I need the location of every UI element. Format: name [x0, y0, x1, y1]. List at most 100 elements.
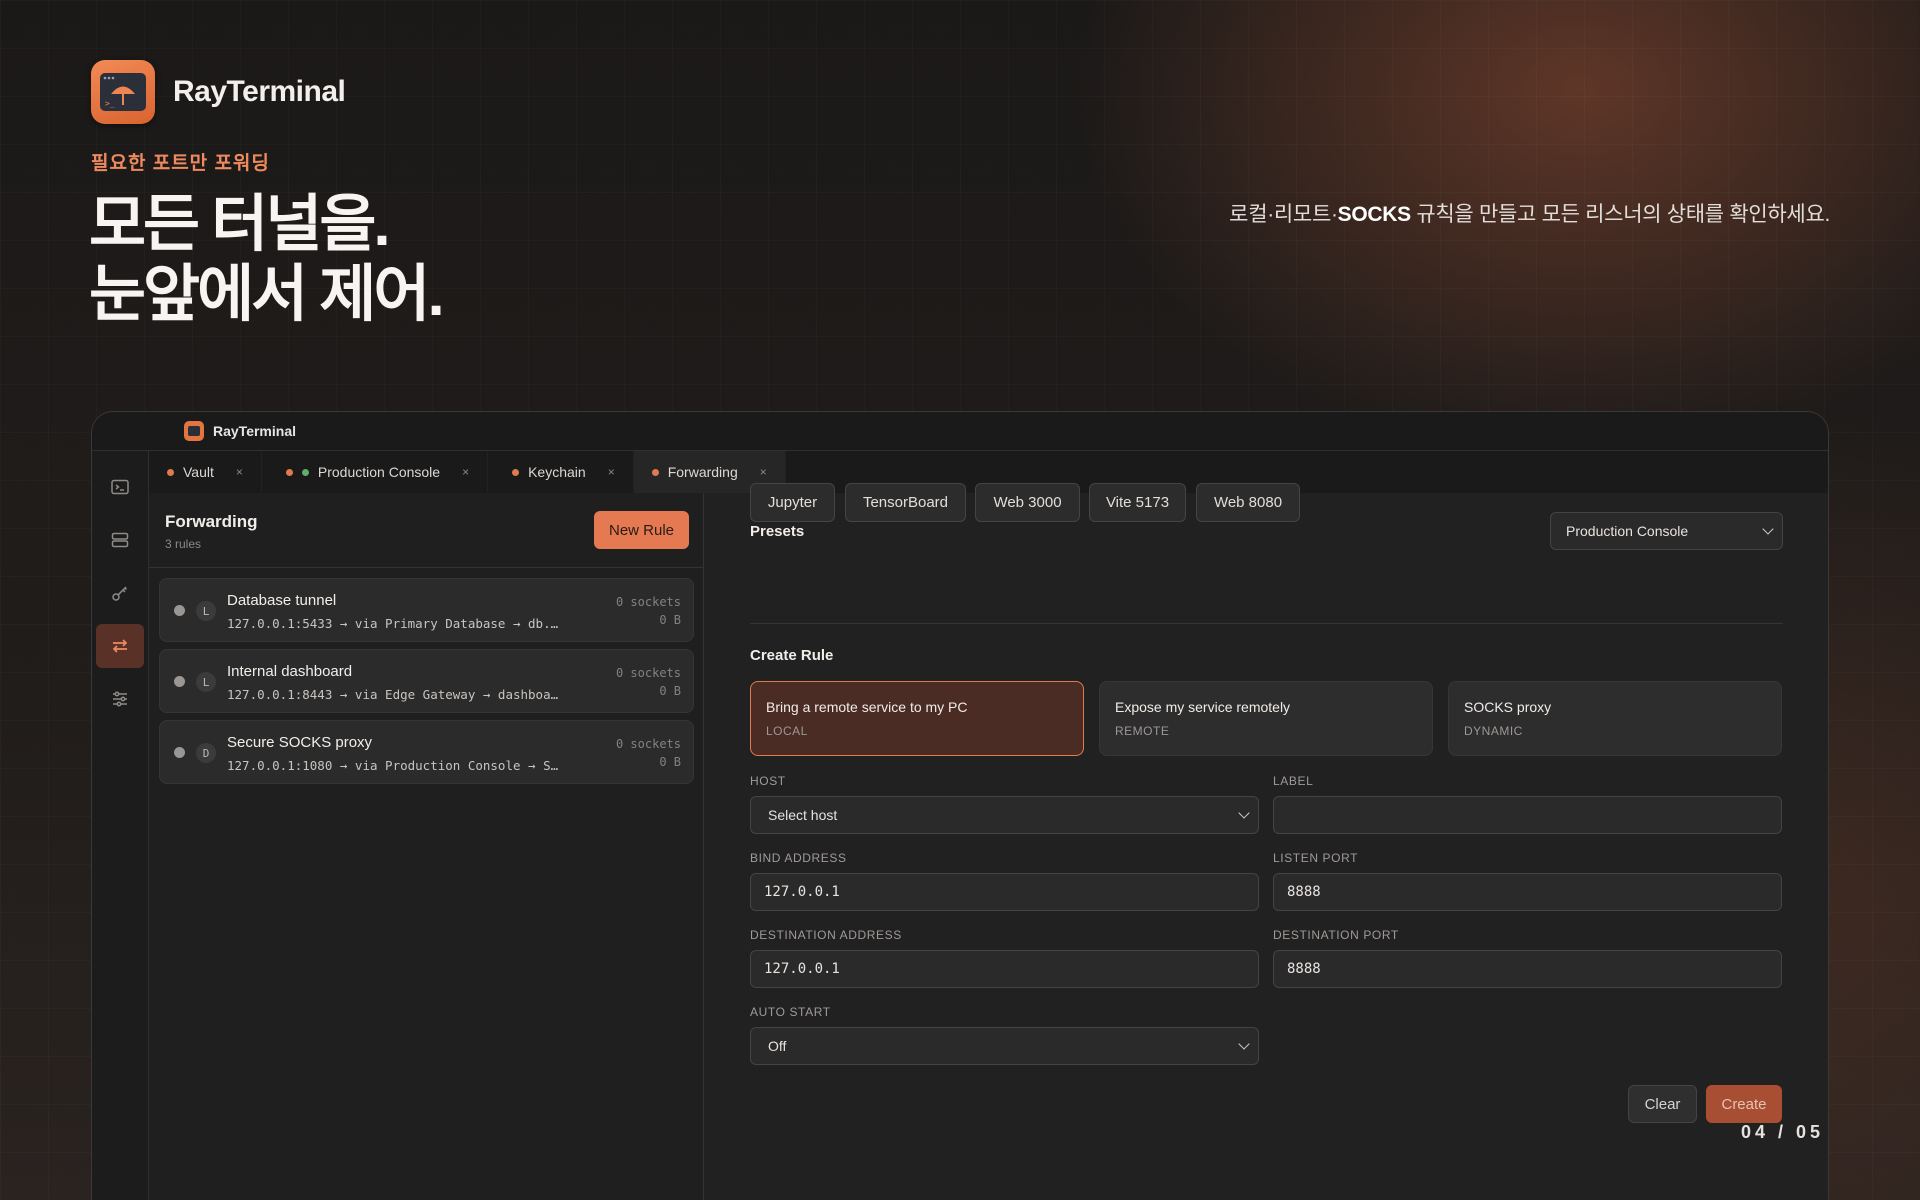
- mode-subtitle: LOCAL: [766, 724, 808, 738]
- rule-type-badge: L: [196, 672, 216, 692]
- byte-count: 0 B: [659, 684, 681, 698]
- forwarding-icon[interactable]: [96, 624, 144, 668]
- mode-title: SOCKS proxy: [1464, 699, 1552, 715]
- close-icon[interactable]: ×: [760, 465, 767, 479]
- destination-address-input[interactable]: 127.0.0.1: [750, 950, 1259, 988]
- rule-count: 3 rules: [165, 537, 202, 551]
- label-input[interactable]: [1273, 796, 1782, 834]
- tagline: 로컬·리모트·SOCKS 규칙을 만들고 모든 리스너의 상태를 확인하세요.: [1229, 198, 1830, 228]
- mode-subtitle: DYNAMIC: [1464, 724, 1523, 738]
- chevron-down-icon: [1238, 807, 1250, 819]
- headline-line-2: 눈앞에서 제어.: [89, 260, 445, 329]
- status-dot: [651, 468, 659, 476]
- status-dot: [174, 747, 185, 758]
- settings-sliders-icon[interactable]: [96, 677, 144, 721]
- eyebrow: 필요한 포트만 포워딩: [91, 153, 270, 174]
- rule-path: 127.0.0.1:1080 → via Production Console …: [227, 758, 559, 773]
- socket-count: 0 sockets: [615, 595, 681, 609]
- status-dot: [512, 468, 520, 476]
- mode-remote[interactable]: Expose my service remotely REMOTE: [1099, 681, 1433, 756]
- servers-icon[interactable]: [96, 518, 144, 562]
- tab-production-console[interactable]: Production Console ×: [262, 451, 489, 493]
- list-header: Forwarding 3 rules New Rule: [149, 493, 703, 568]
- rule-name: Secure SOCKS proxy: [227, 734, 373, 751]
- preset-web-3000[interactable]: Web 3000: [975, 483, 1080, 522]
- tab-keychain[interactable]: Keychain ×: [488, 451, 634, 493]
- preset-web-8080[interactable]: Web 8080: [1196, 483, 1300, 522]
- clear-button[interactable]: Clear: [1628, 1085, 1697, 1123]
- rule-list-pane: Forwarding 3 rules New Rule L Database t…: [149, 493, 704, 1200]
- host-scope-select[interactable]: Production Console: [1550, 512, 1783, 550]
- host-scope-value: Production Console: [1566, 523, 1689, 539]
- bind-address-input[interactable]: 127.0.0.1: [750, 873, 1259, 911]
- status-dot: [167, 468, 174, 476]
- mode-subtitle: REMOTE: [1115, 724, 1170, 738]
- titlebar: RayTerminal: [92, 412, 1828, 451]
- destination-address-label: DESTINATION ADDRESS: [750, 928, 902, 942]
- tab-label: Forwarding: [667, 464, 738, 480]
- close-icon[interactable]: ×: [608, 465, 615, 479]
- mode-title: Expose my service remotely: [1115, 699, 1291, 715]
- bind-address-label: BIND ADDRESS: [750, 851, 847, 865]
- chevron-down-icon: [1238, 1038, 1250, 1050]
- preset-jupyter[interactable]: Jupyter: [750, 483, 835, 522]
- status-dot: [174, 605, 185, 616]
- socket-count: 0 sockets: [615, 737, 681, 751]
- rule-name: Database tunnel: [227, 592, 337, 609]
- svg-text:>_: >_: [105, 99, 115, 108]
- host-select[interactable]: Select host: [750, 796, 1259, 834]
- create-button[interactable]: Create: [1706, 1085, 1782, 1123]
- connected-dot: [301, 468, 309, 476]
- sidebar-rail: [92, 451, 149, 1200]
- tagline-bold: SOCKS: [1337, 203, 1411, 226]
- brand: >_ RayTerminal: [91, 60, 346, 124]
- auto-start-label: AUTO START: [750, 1005, 831, 1019]
- new-rule-button[interactable]: New Rule: [594, 511, 689, 549]
- window-title: RayTerminal: [213, 423, 296, 439]
- brand-name: RayTerminal: [173, 75, 346, 108]
- divider: [750, 623, 1783, 624]
- destination-port-input[interactable]: 8888: [1273, 950, 1782, 988]
- tagline-suffix: 규칙을 만들고 모든 리스너의 상태를 확인하세요.: [1410, 203, 1830, 226]
- host-label: HOST: [750, 774, 786, 788]
- tab-label: Production Console: [317, 464, 441, 480]
- preset-tensorboard[interactable]: TensorBoard: [845, 483, 966, 522]
- byte-count: 0 B: [659, 755, 681, 769]
- page-indicator: 04 / 05: [1740, 1122, 1824, 1142]
- rule-name: Internal dashboard: [227, 663, 353, 680]
- status-dot: [285, 468, 293, 476]
- list-item[interactable]: D Secure SOCKS proxy 127.0.0.1:1080 → vi…: [159, 720, 694, 784]
- presets-title: Presets: [750, 523, 805, 540]
- key-icon[interactable]: [96, 571, 144, 615]
- tab-label: Vault: [183, 464, 214, 480]
- close-icon[interactable]: ×: [462, 465, 469, 479]
- app-logo-icon: >_: [91, 60, 155, 124]
- create-rule-title: Create Rule: [750, 647, 834, 664]
- headline-line-1: 모든 터널을.: [89, 190, 391, 259]
- preset-vite-5173[interactable]: Vite 5173: [1089, 483, 1186, 522]
- listen-port-input[interactable]: 8888: [1273, 873, 1782, 911]
- list-item[interactable]: L Database tunnel 127.0.0.1:5433 → via P…: [159, 578, 694, 642]
- status-dot: [174, 676, 185, 687]
- listen-port-label: LISTEN PORT: [1273, 851, 1359, 865]
- host-select-value: Select host: [768, 807, 838, 823]
- mode-local[interactable]: Bring a remote service to my PC LOCAL: [750, 681, 1084, 756]
- rule-type-badge: D: [196, 743, 216, 763]
- byte-count: 0 B: [659, 613, 681, 627]
- mode-title: Bring a remote service to my PC: [766, 699, 968, 715]
- tab-vault[interactable]: Vault ×: [149, 451, 262, 493]
- auto-start-select[interactable]: Off: [750, 1027, 1259, 1065]
- label-label: LABEL: [1273, 774, 1314, 788]
- mode-dynamic[interactable]: SOCKS proxy DYNAMIC: [1448, 681, 1782, 756]
- socket-count: 0 sockets: [615, 666, 681, 680]
- terminal-icon[interactable]: [96, 465, 144, 509]
- destination-port-label: DESTINATION PORT: [1273, 928, 1399, 942]
- list-item[interactable]: L Internal dashboard 127.0.0.1:8443 → vi…: [159, 649, 694, 713]
- tagline-prefix: 로컬·리모트·: [1229, 203, 1338, 226]
- list-title: Forwarding: [165, 512, 258, 531]
- close-icon[interactable]: ×: [236, 465, 243, 479]
- app-logo-icon: [184, 421, 204, 441]
- tab-label: Keychain: [528, 464, 586, 480]
- chevron-down-icon: [1762, 523, 1774, 535]
- auto-start-value: Off: [768, 1038, 787, 1054]
